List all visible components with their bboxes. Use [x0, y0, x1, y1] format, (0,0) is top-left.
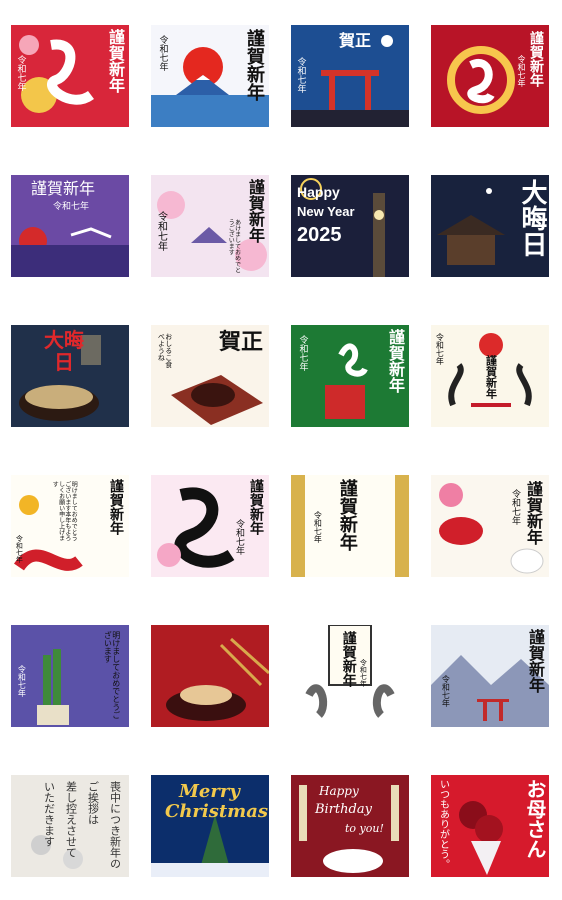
sticker-tile-9[interactable]: 大晦日 [11, 325, 129, 427]
sticker-tile-20[interactable]: 謹賀新年 令和七年 [431, 625, 549, 727]
greeting-line1: Happy [319, 784, 359, 798]
sticker-tile-12[interactable]: 謹賀新年 令和七年 [431, 325, 549, 427]
sticker-tile-21[interactable]: 喪中につき新年の ご挨拶は 差し控えさせて いただきます [11, 775, 129, 877]
greeting-text: 謹賀新年 [106, 29, 125, 93]
greeting-text: 謹賀新年 [524, 481, 543, 545]
year-text: 令和七年 [53, 202, 90, 212]
message-text: あけましておめでとうございます [227, 219, 241, 273]
sticker-tile-1[interactable]: 謹賀新年 令和七年 [11, 25, 129, 127]
sticker-tile-22[interactable]: Merry Christmas [151, 775, 269, 877]
sticker-tile-13[interactable]: 謹賀新年 令和七年 明けましておめでとうございます本年もよろしくお願い申し上げま… [11, 475, 129, 577]
greeting-text: 賀正 [218, 329, 263, 355]
event-title: 大晦日 [44, 328, 84, 374]
year-text: 令和七年 [234, 519, 244, 555]
sticker-tile-11[interactable]: 謹賀新年 令和七年 [291, 325, 409, 427]
message-line3: 差し控えさせて [64, 781, 78, 858]
year-text: 令和七年 [155, 211, 167, 251]
sticker-tile-10[interactable]: 賀正 おしるこ食べようね [151, 325, 269, 427]
sticker-tile-3[interactable]: 賀正 令和七年 [291, 25, 409, 127]
sticker-tile-6[interactable]: 謹賀新年 令和七年 あけましておめでとうございます [151, 175, 269, 277]
greeting-text: 謹賀新年 [386, 329, 405, 393]
greeting-line3: to you! [345, 822, 384, 835]
year-text: 令和七年 [15, 535, 24, 563]
greeting-text: 謹賀新年 [336, 479, 358, 551]
sticker-tile-14[interactable]: 謹賀新年 令和七年 [151, 475, 269, 577]
greeting-text: 謹賀新年 [31, 179, 96, 198]
sticker-tile-18[interactable] [151, 625, 269, 727]
greeting-text: お母さん [523, 779, 547, 859]
year-text: 令和七年 [157, 35, 168, 71]
greeting-text: 謹賀新年 [526, 629, 545, 693]
greeting-text: 謹賀新年 [244, 29, 265, 101]
greeting-text: 謹賀新年 [246, 179, 265, 243]
message-line1: 喪中につき新年の [108, 781, 122, 869]
year-text: 令和七年 [297, 335, 308, 371]
year-text: 令和七年 [313, 511, 323, 543]
year-number: 2025 [297, 224, 342, 246]
sticker-tile-8[interactable]: 大晦日 [431, 175, 549, 277]
greeting-text: 謹賀新年 [528, 31, 544, 87]
sticker-tile-7[interactable]: Happy New Year 2025 [291, 175, 409, 277]
year-text: 令和七年 [435, 333, 445, 365]
greeting-text: 謹賀新年 [340, 631, 357, 687]
message-text: 明けましておめでとうございます [103, 631, 121, 719]
message-line2: ご挨拶は [86, 781, 100, 825]
year-text: 令和七年 [441, 675, 451, 707]
year-text: 令和七年 [517, 55, 526, 87]
sticker-tile-15[interactable]: 謹賀新年 令和七年 [291, 475, 409, 577]
sticker-tile-23[interactable]: Happy Birthday to you! [291, 775, 409, 877]
message-line4: いただきます [42, 781, 56, 847]
sticker-tile-24[interactable]: お母さん いつもありがとう。 [431, 775, 549, 877]
sticker-tile-19[interactable]: 謹賀新年 令和七年 [291, 625, 409, 727]
greeting-line2: New Year [297, 204, 355, 219]
year-text: 令和七年 [295, 57, 306, 93]
greeting-line1: Happy [297, 184, 340, 200]
year-text: 令和七年 [17, 665, 27, 697]
event-title: 大晦日 [517, 179, 547, 257]
greeting-text: 謹賀新年 [108, 479, 124, 535]
greeting-text: 謹賀新年 [248, 479, 264, 535]
sticker-tile-4[interactable]: 謹賀新年 令和七年 [431, 25, 549, 127]
message-text: おしるこ食べようね [157, 333, 173, 368]
greeting-line2: Christmas [165, 801, 269, 822]
message-text: いつもありがとう。 [437, 779, 449, 869]
greeting-text: 謹賀新年 [484, 355, 498, 399]
year-text: 令和七年 [15, 55, 26, 91]
sticker-tile-5[interactable]: 謹賀新年 令和七年 [11, 175, 129, 277]
sticker-tile-17[interactable]: 明けましておめでとうございます 令和七年 [11, 625, 129, 727]
greeting-text: 賀正 [339, 31, 372, 50]
year-text: 令和七年 [510, 489, 520, 525]
greeting-line2: Birthday [315, 802, 372, 817]
sticker-tile-16[interactable]: 謹賀新年 令和七年 [431, 475, 549, 577]
bowl-chopsticks-illustration [151, 625, 269, 727]
message-text: 明けましておめでとうございます本年もよろしくお願い申し上げます [51, 481, 78, 541]
greeting-line1: Merry [179, 781, 240, 802]
sticker-grid: 謹賀新年 令和七年 謹賀新年 令和七年 賀正 令和七年 謹賀新年 令和七年 謹賀… [0, 0, 562, 900]
year-text: 令和七年 [359, 659, 368, 687]
sticker-tile-2[interactable]: 謹賀新年 令和七年 [151, 25, 269, 127]
